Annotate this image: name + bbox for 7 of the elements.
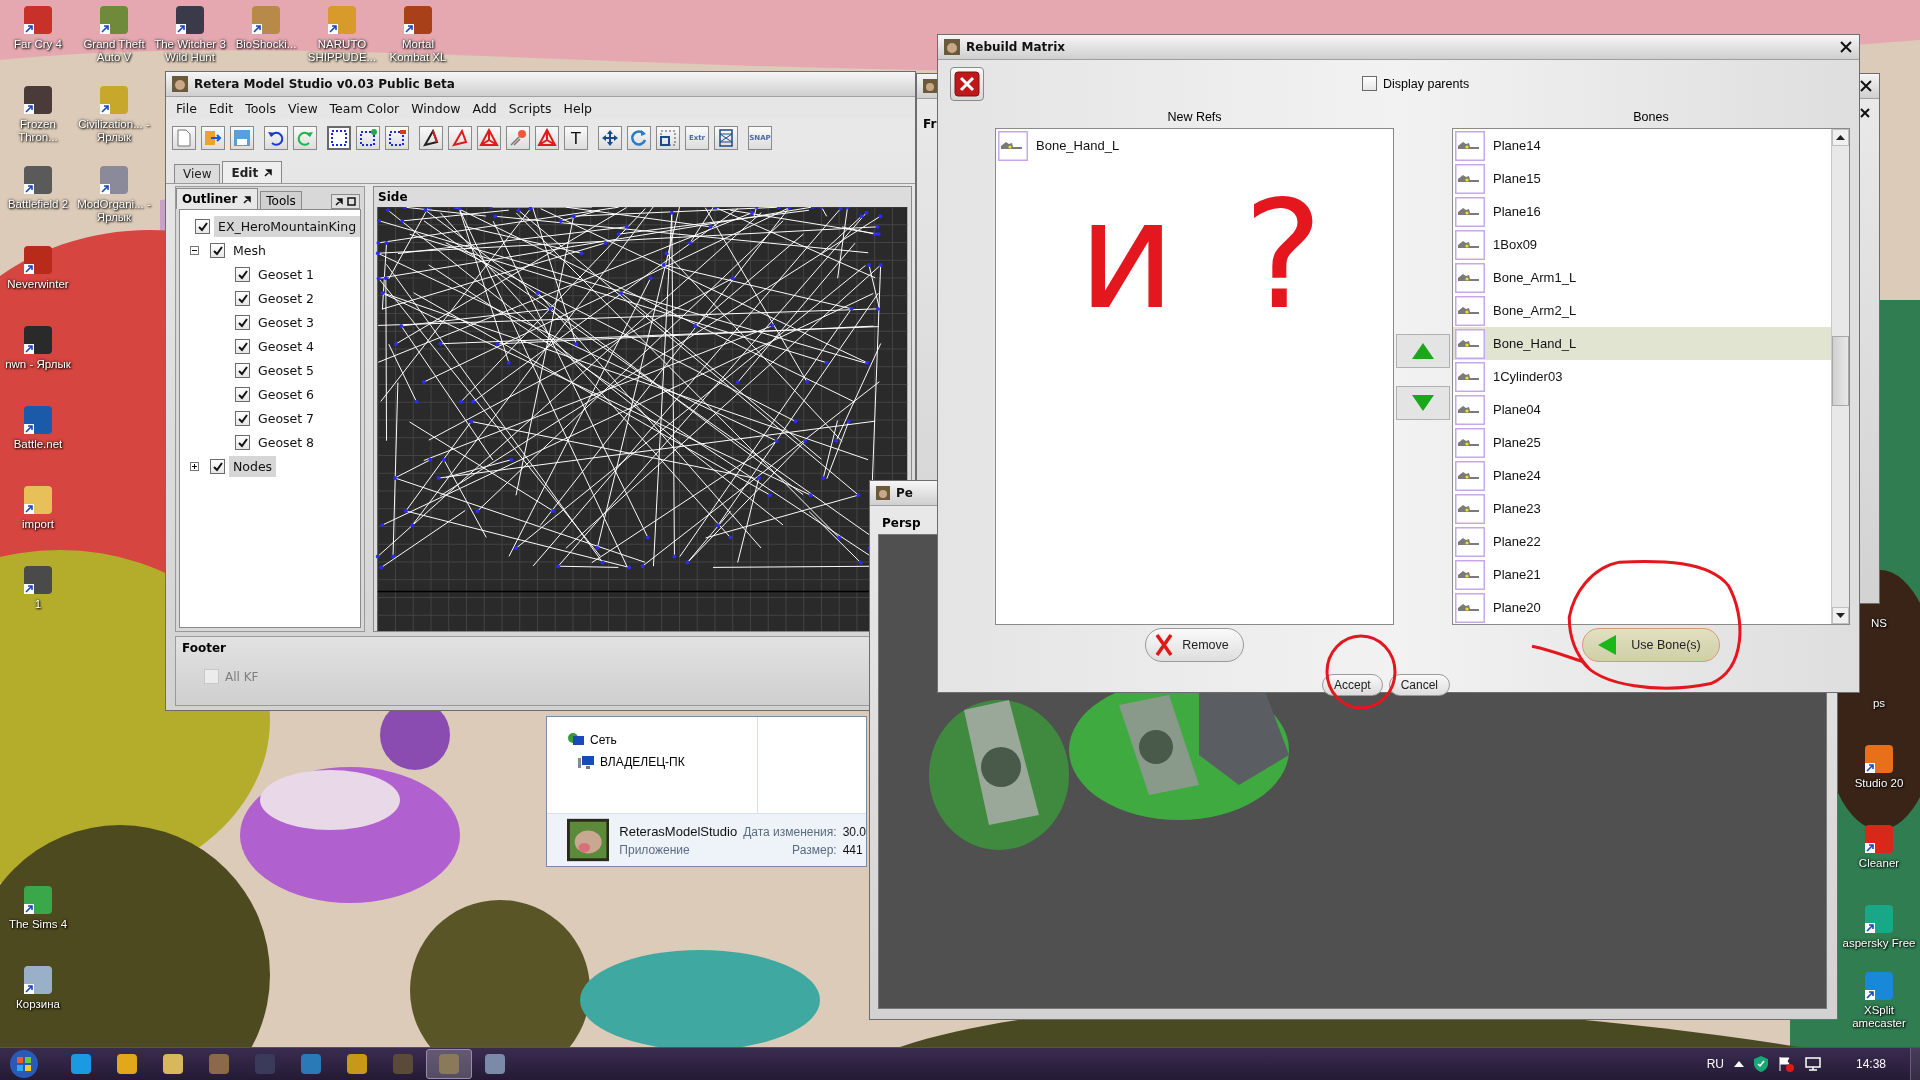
language-indicator[interactable]: RU	[1706, 1057, 1724, 1071]
clock[interactable]: 14:38	[1855, 1057, 1886, 1071]
up-arrow-icon[interactable]	[1733, 1061, 1744, 1067]
flag-icon[interactable]	[1777, 1056, 1794, 1072]
network-icon[interactable]	[1803, 1056, 1822, 1072]
orb-icon	[9, 1049, 39, 1079]
shield-icon[interactable]	[1753, 1056, 1768, 1072]
